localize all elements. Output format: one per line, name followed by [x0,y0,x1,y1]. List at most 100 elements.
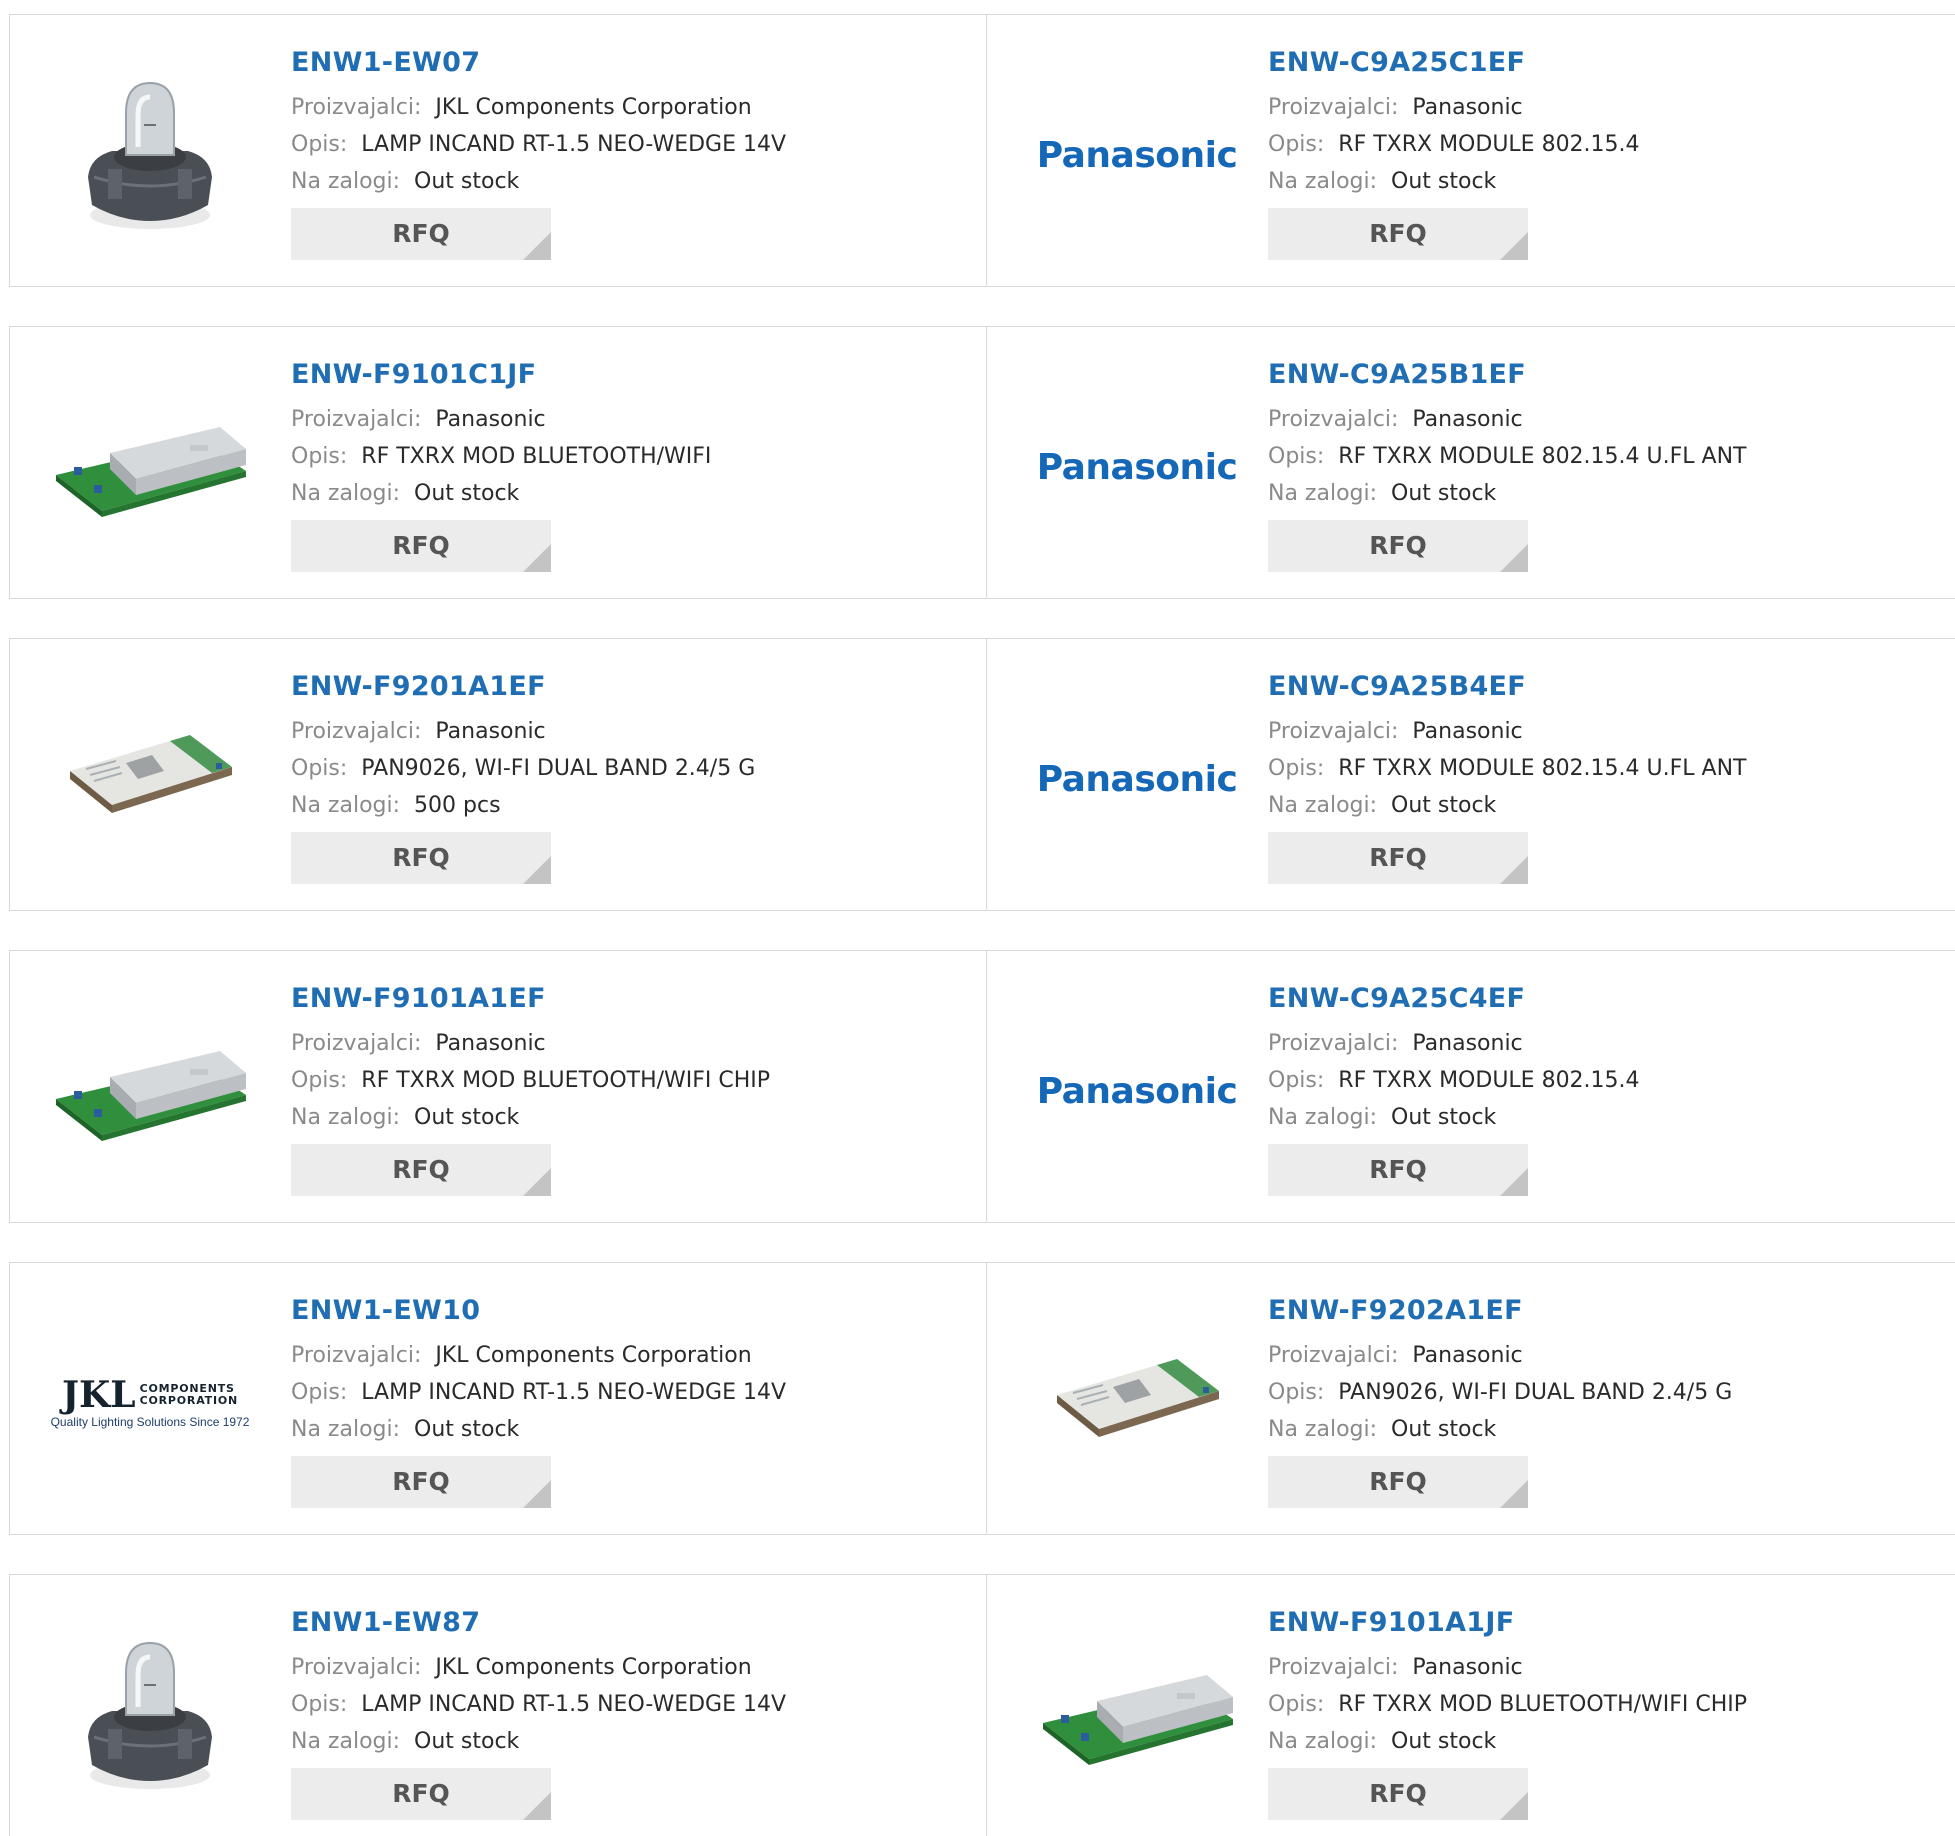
part-number-link[interactable]: ENW1-EW87 [291,1603,786,1643]
stock-value: Out stock [1391,793,1497,818]
stock: Na zalogi: Out stock [291,475,711,512]
rfq-button-label: RFQ [392,1467,450,1496]
stock-label: Na zalogi: [291,1729,401,1754]
rfq-button[interactable]: RFQ [291,1144,551,1196]
product-info: ENW-F9202A1EF Proizvajalci: Panasonic Opis:… [1268,1291,1732,1508]
manufacturer: Proizvajalci: Panasonic [1268,401,1746,438]
rfq-corner-decoration [523,232,551,260]
manufacturer: Proizvajalci: JKL Components Corporation [291,89,786,126]
part-number-link[interactable]: ENW1-EW10 [291,1291,786,1331]
part-number-link[interactable]: ENW-C9A25C4EF [1268,979,1640,1019]
rfq-button[interactable]: RFQ [1268,1456,1528,1508]
rfq-button[interactable]: RFQ [1268,520,1528,572]
part-number-link[interactable]: ENW-C9A25B4EF [1268,667,1746,707]
product-card: ENW-F9101A1EF Proizvajalci: Panasonic Opis:… [10,951,987,1222]
manufacturer-value: Panasonic [435,719,546,744]
rfq-button[interactable]: RFQ [1268,1768,1528,1820]
manufacturer: Proizvajalci: JKL Components Corporation [291,1337,786,1374]
rfq-button[interactable]: RFQ [291,1456,551,1508]
product-row: ENW-F9101A1EF Proizvajalci: Panasonic Opis:… [9,950,1955,1223]
jkl-logo-letters: JKL [61,1374,136,1416]
rfq-corner-decoration [523,856,551,884]
panasonic-logo: Panasonic [1036,1070,1238,1112]
rfq-corner-decoration [523,1480,551,1508]
product-info: ENW-C9A25C1EF Proizvajalci: Panasonic Opis:… [1268,43,1640,260]
stock-value: Out stock [1391,1729,1497,1754]
stock-value: Out stock [1391,481,1497,506]
product-thumbnail[interactable]: JKL COMPONENTS CORPORATION Quality Lighting… [50,1303,250,1503]
manufacturer-label: Proizvajalci: [291,719,422,744]
rfq-button[interactable]: RFQ [291,520,551,572]
rfq-button[interactable]: RFQ [291,832,551,884]
part-number-link[interactable]: ENW-F9201A1EF [291,667,755,707]
rfq-button-label: RFQ [1369,1779,1427,1808]
rfq-corner-decoration [523,1168,551,1196]
product-thumbnail[interactable] [50,991,250,1191]
product-thumbnail[interactable] [1037,1615,1237,1815]
part-number-link[interactable]: ENW1-EW07 [291,43,786,83]
product-row: ENW1-EW07 Proizvajalci: JKL Components Cor… [9,14,1955,287]
part-number-link[interactable]: ENW-F9101C1JF [291,355,711,395]
module-image [1043,1675,1233,1765]
manufacturer-value: Panasonic [1412,719,1523,744]
lamp-image [88,81,212,229]
product-info: ENW-C9A25B1EF Proizvajalci: Panasonic Opis:… [1268,355,1746,572]
part-number-link[interactable]: ENW-F9101A1JF [1268,1603,1747,1643]
manufacturer-value: JKL Components Corporation [435,95,752,120]
rfq-button[interactable]: RFQ [1268,1144,1528,1196]
product-card: Panasonic ENW-C9A25B4EF Proizvajalci: Panas… [987,639,1955,910]
wifi-chip-image [70,735,232,813]
description-label: Opis: [1268,1692,1325,1717]
product-thumbnail[interactable]: Panasonic [1036,55,1238,255]
manufacturer-value: Panasonic [1412,1031,1523,1056]
part-number-link[interactable]: ENW-F9202A1EF [1268,1291,1732,1331]
product-row: ENW-F9201A1EF Proizvajalci: Panasonic Opis:… [9,638,1955,911]
manufacturer-label: Proizvajalci: [1268,407,1399,432]
rfq-corner-decoration [1500,1480,1528,1508]
description-value: RF TXRX MODULE 802.15.4 U.FL ANT [1338,444,1747,469]
stock: Na zalogi: Out stock [291,163,786,200]
description-value: RF TXRX MODULE 802.15.4 [1338,1068,1640,1093]
part-number-link[interactable]: ENW-C9A25C1EF [1268,43,1640,83]
manufacturer-label: Proizvajalci: [1268,1343,1399,1368]
rfq-button[interactable]: RFQ [291,1768,551,1820]
description-value: RF TXRX MOD BLUETOOTH/WIFI CHIP [361,1068,771,1093]
rfq-button-label: RFQ [392,219,450,248]
product-thumbnail[interactable]: Panasonic [1037,367,1238,567]
product-thumbnail[interactable] [50,1615,250,1815]
description: Opis: LAMP INCAND RT-1.5 NEO-WEDGE 14V [291,126,786,163]
jkl-logo-tagline: Quality Lighting Solutions Since 1972 [50,1415,250,1429]
rfq-button[interactable]: RFQ [1268,208,1528,260]
stock: Na zalogi: Out stock [1268,1411,1732,1448]
product-thumbnail[interactable] [50,55,250,255]
manufacturer-value: Panasonic [1412,1655,1523,1680]
panasonic-logo: Panasonic [1036,134,1238,176]
stock: Na zalogi: Out stock [291,1411,786,1448]
product-thumbnail[interactable] [50,679,250,879]
stock: Na zalogi: Out stock [291,1723,786,1760]
stock-label: Na zalogi: [291,169,401,194]
product-info: ENW1-EW07 Proizvajalci: JKL Components Cor… [291,43,786,260]
part-number-link[interactable]: ENW-C9A25B1EF [1268,355,1746,395]
stock-value: Out stock [414,169,520,194]
product-thumbnail[interactable]: Panasonic [1036,991,1238,1191]
rfq-button[interactable]: RFQ [1268,832,1528,884]
description: Opis: PAN9026, WI-FI DUAL BAND 2.4/5 G [291,750,755,787]
stock: Na zalogi: Out stock [1268,787,1746,824]
stock-label: Na zalogi: [291,481,401,506]
product-card: JKL COMPONENTS CORPORATION Quality Lighting… [10,1263,987,1534]
stock-value: Out stock [414,1729,520,1754]
manufacturer-value: Panasonic [435,407,546,432]
description: Opis: LAMP INCAND RT-1.5 NEO-WEDGE 14V [291,1374,786,1411]
stock-value: Out stock [1391,169,1497,194]
stock-label: Na zalogi: [291,1417,401,1442]
jkl-logo-word-2: CORPORATION [139,1394,239,1407]
manufacturer: Proizvajalci: Panasonic [1268,1337,1732,1374]
product-thumbnail[interactable] [1037,1303,1237,1503]
product-thumbnail[interactable]: Panasonic [1037,679,1238,879]
rfq-button[interactable]: RFQ [291,208,551,260]
part-number-link[interactable]: ENW-F9101A1EF [291,979,770,1019]
product-thumbnail[interactable] [50,367,250,567]
product-row: ENW-F9101C1JF Proizvajalci: Panasonic Opis:… [9,326,1955,599]
product-row: JKL COMPONENTS CORPORATION Quality Lighting… [9,1262,1955,1535]
